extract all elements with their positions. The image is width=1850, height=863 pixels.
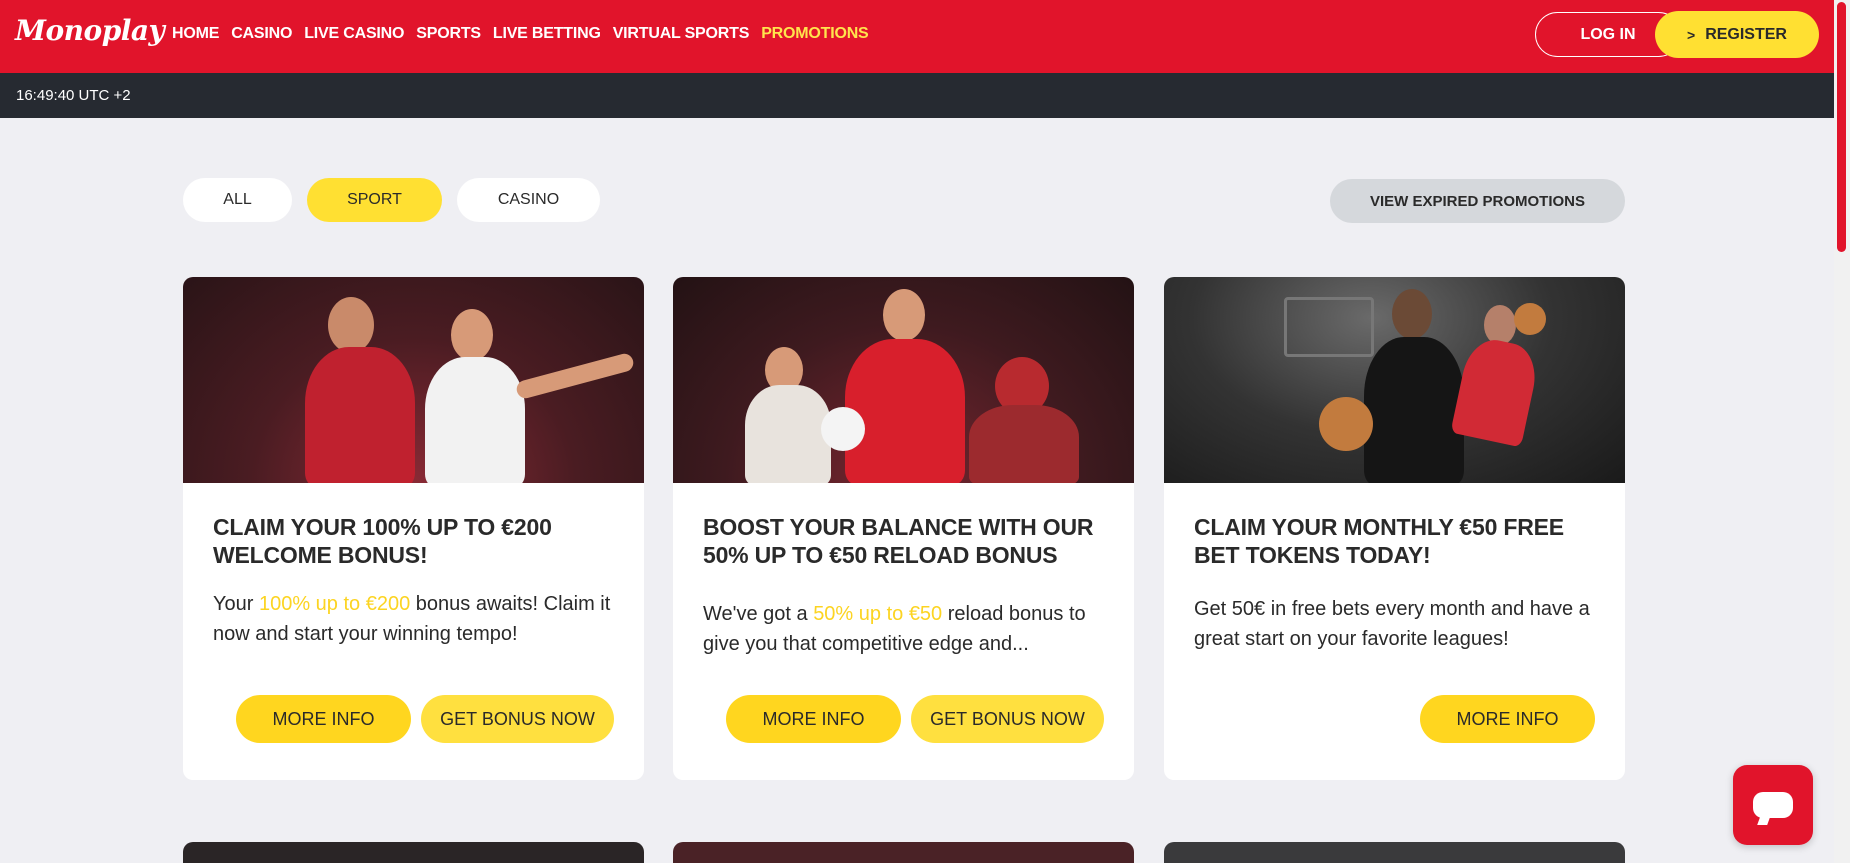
- view-expired-promotions-button[interactable]: VIEW EXPIRED PROMOTIONS: [1330, 179, 1625, 223]
- get-bonus-button[interactable]: GET BONUS NOW: [421, 695, 614, 743]
- get-bonus-button[interactable]: GET BONUS NOW: [911, 695, 1104, 743]
- promotion-filters: ALL SPORT CASINO: [183, 178, 600, 222]
- nav-item-live-betting[interactable]: LIVE BETTING: [493, 25, 601, 43]
- nav-item-sports[interactable]: SPORTS: [416, 25, 481, 43]
- time-bar: 16:49:40 UTC +2: [0, 73, 1834, 118]
- promotion-text: We've got a 50% up to €50 reload bonus t…: [703, 603, 1086, 655]
- nav-item-promotions[interactable]: PROMOTIONS: [761, 25, 869, 43]
- chevron-right-icon: >: [1687, 26, 1696, 43]
- promotion-card-partial: [673, 842, 1134, 863]
- more-info-button[interactable]: MORE INFO: [726, 695, 901, 743]
- nav-item-virtual-sports[interactable]: VIRTUAL SPORTS: [613, 25, 750, 43]
- promotion-card-partial: [1164, 842, 1625, 863]
- current-time: 16:49:40 UTC +2: [16, 87, 131, 104]
- promotion-title: CLAIM YOUR MONTHLY €50 FREE BET TOKENS T…: [1194, 514, 1564, 568]
- promotion-image: [1164, 277, 1625, 483]
- monoplay-logo[interactable]: Monoplay: [15, 14, 165, 47]
- register-button[interactable]: > REGISTER: [1655, 11, 1819, 58]
- promotion-card: CLAIM YOUR 100% UP TO €200 WELCOME BONUS…: [183, 277, 644, 780]
- nav-item-casino[interactable]: CASINO: [231, 25, 292, 43]
- promotion-image: [673, 277, 1134, 483]
- promotion-card: BOOST YOUR BALANCE WITH OUR 50% UP TO €5…: [673, 277, 1134, 780]
- scrollbar-thumb[interactable]: [1837, 2, 1846, 252]
- main-nav: HOME CASINO LIVE CASINO SPORTS LIVE BETT…: [172, 25, 881, 43]
- nav-item-live-casino[interactable]: LIVE CASINO: [304, 25, 404, 43]
- page-scrollbar[interactable]: [1834, 0, 1850, 863]
- promotion-title: CLAIM YOUR 100% UP TO €200 WELCOME BONUS…: [213, 514, 552, 568]
- more-info-button[interactable]: MORE INFO: [236, 695, 411, 743]
- nav-item-home[interactable]: HOME: [172, 25, 219, 43]
- promotion-text: Get 50€ in free bets every month and hav…: [1194, 598, 1590, 650]
- promotion-card: CLAIM YOUR MONTHLY €50 FREE BET TOKENS T…: [1164, 277, 1625, 780]
- filter-sport[interactable]: SPORT: [307, 178, 442, 222]
- promotion-text: Your 100% up to €200 bonus awaits! Claim…: [213, 593, 611, 645]
- promotion-image: [183, 277, 644, 483]
- top-navigation-bar: Monoplay HOME CASINO LIVE CASINO SPORTS …: [0, 0, 1834, 73]
- promotion-card-partial: [183, 842, 644, 863]
- promotion-highlight: 50% up to €50: [813, 603, 943, 625]
- promotion-title: BOOST YOUR BALANCE WITH OUR 50% UP TO €5…: [703, 514, 1094, 568]
- more-info-button[interactable]: MORE INFO: [1420, 695, 1595, 743]
- filter-casino[interactable]: CASINO: [457, 178, 600, 222]
- promotion-highlight: 100% up to €200: [258, 593, 411, 615]
- register-label: REGISTER: [1705, 25, 1787, 43]
- chat-button[interactable]: [1733, 765, 1813, 845]
- filter-all[interactable]: ALL: [183, 178, 292, 222]
- chat-icon: [1753, 792, 1793, 818]
